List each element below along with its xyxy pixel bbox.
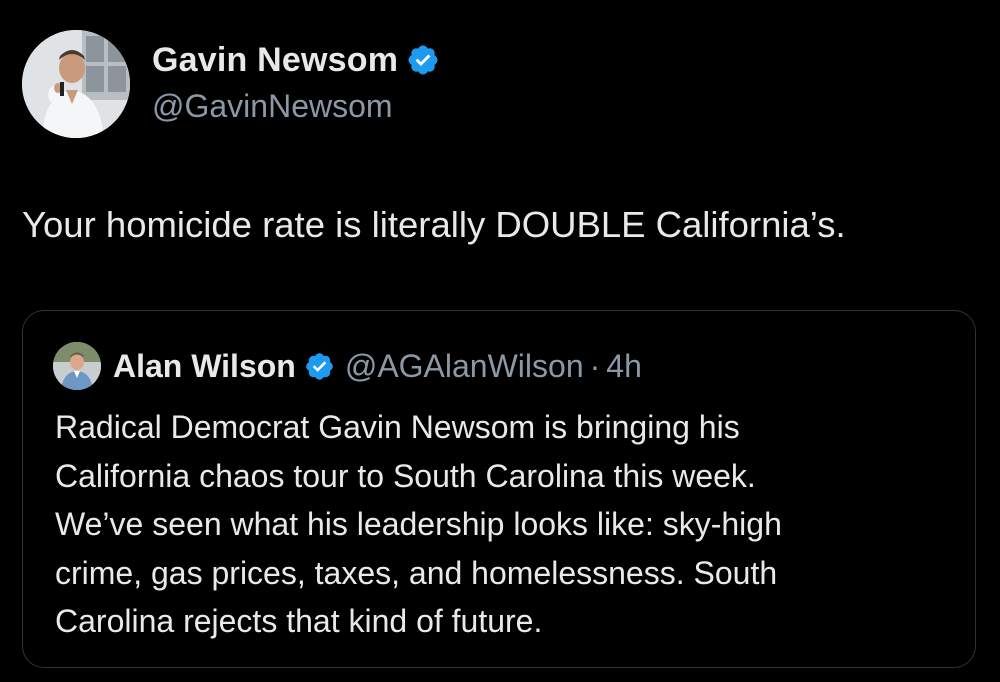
- quote-text-line: crime, gas prices, taxes, and homelessne…: [55, 554, 778, 591]
- quote-tweet-card[interactable]: Alan Wilson @AGAlanWilson · 4h Radical D…: [22, 310, 976, 668]
- quote-text-line: Radical Democrat Gavin Newsom is bringin…: [55, 409, 740, 445]
- quote-text: Radical Democrat Gavin Newsom is bringin…: [55, 403, 955, 646]
- quote-text-line: California chaos tour to South Carolina …: [55, 457, 756, 494]
- quote-timestamp[interactable]: 4h: [606, 348, 642, 385]
- author-avatar[interactable]: [22, 30, 130, 138]
- quote-author-display-name[interactable]: Alan Wilson: [113, 348, 296, 385]
- quote-text-line: Carolina rejects that kind of future.: [55, 603, 543, 639]
- tweet[interactable]: Gavin Newsom @GavinNewsom Your homicide …: [0, 0, 1000, 682]
- quote-author-avatar[interactable]: [53, 342, 101, 390]
- quote-verified-badge-icon[interactable]: [304, 351, 335, 382]
- quote-text-line: We’ve seen what his leadership looks lik…: [55, 506, 782, 542]
- author-info: Gavin Newsom @GavinNewsom: [152, 38, 440, 125]
- quote-author-handle[interactable]: @AGAlanWilson: [345, 348, 584, 385]
- quote-separator: ·: [589, 347, 601, 384]
- author-handle[interactable]: @GavinNewsom: [152, 88, 440, 125]
- author-avatar-image: [22, 30, 130, 138]
- verified-badge-icon[interactable]: [406, 43, 440, 77]
- tweet-text: Your homicide rate is literally DOUBLE C…: [22, 204, 846, 245]
- quote-author-avatar-image: [53, 342, 101, 390]
- author-display-name[interactable]: Gavin Newsom: [152, 41, 398, 80]
- display-name-row: Gavin Newsom: [152, 38, 440, 82]
- quote-header: Alan Wilson @AGAlanWilson · 4h: [53, 341, 642, 391]
